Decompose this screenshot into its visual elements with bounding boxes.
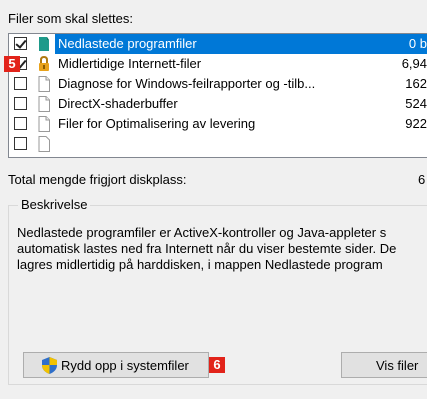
lock-icon	[36, 55, 52, 73]
files-to-delete-label: Filer som skal slettes:	[8, 11, 133, 26]
clean-system-files-button[interactable]: Rydd opp i systemfiler	[23, 352, 209, 378]
window-bottom-edge	[0, 399, 427, 404]
callout-badge: 6	[209, 357, 225, 373]
disk-cleanup-window: Filer som skal slettes: Nedlastede progr…	[0, 0, 427, 404]
clean-system-files-label: Rydd opp i systemfiler	[61, 358, 189, 373]
item-size: 922	[405, 116, 427, 131]
checkbox[interactable]	[14, 137, 27, 150]
description-line: lagres midlertidig på harddisken, i mapp…	[17, 257, 383, 272]
list-item[interactable]: Diagnose for Windows-feilrapporter og -t…	[9, 74, 427, 94]
title-area	[0, 0, 427, 7]
description-title: Beskrivelse	[18, 197, 91, 212]
total-freed-value: 6	[418, 172, 426, 187]
item-label: Filer for Optimalisering av levering	[58, 116, 256, 131]
checkbox[interactable]	[14, 77, 27, 90]
checkbox[interactable]	[14, 97, 27, 110]
item-label: Nedlastede programfiler	[58, 36, 197, 51]
file-icon	[36, 115, 52, 133]
item-label: Diagnose for Windows-feilrapporter og -t…	[58, 76, 316, 91]
item-label: DirectX-shaderbuffer	[58, 96, 178, 111]
description-line: automatisk lastes ned fra Internett når …	[17, 241, 397, 256]
item-size: 6,94	[401, 56, 427, 71]
list-item-partial[interactable]	[9, 134, 427, 154]
files-list[interactable]: Nedlastede programfiler 0 b Midlertidige…	[8, 33, 427, 158]
description-line: Nedlastede programfiler er ActiveX-kontr…	[17, 225, 387, 240]
view-files-label: Vis filer	[376, 358, 419, 373]
list-item[interactable]: Filer for Optimalisering av levering 922	[9, 114, 427, 134]
list-item[interactable]: DirectX-shaderbuffer 524	[9, 94, 427, 114]
callout-badge: 5	[4, 56, 20, 72]
view-files-button[interactable]: Vis filer	[341, 352, 427, 378]
list-item[interactable]: Nedlastede programfiler 0 b	[9, 34, 427, 54]
item-size: 162	[405, 76, 427, 91]
checkbox[interactable]	[14, 117, 27, 130]
shield-icon	[40, 356, 59, 375]
description-text: Nedlastede programfiler er ActiveX-kontr…	[17, 225, 427, 273]
file-icon	[36, 95, 52, 113]
file-icon	[36, 75, 52, 93]
file-icon	[36, 135, 52, 153]
item-size: 0 b	[408, 36, 427, 51]
checkbox[interactable]	[14, 37, 27, 50]
list-item[interactable]: Midlertidige Internett-filer 6,94	[9, 54, 427, 74]
folder-icon	[36, 35, 52, 53]
item-label: Midlertidige Internett-filer	[58, 56, 202, 71]
total-freed-label: Total mengde frigjort diskplass:	[8, 172, 187, 187]
item-size: 524	[405, 96, 427, 111]
